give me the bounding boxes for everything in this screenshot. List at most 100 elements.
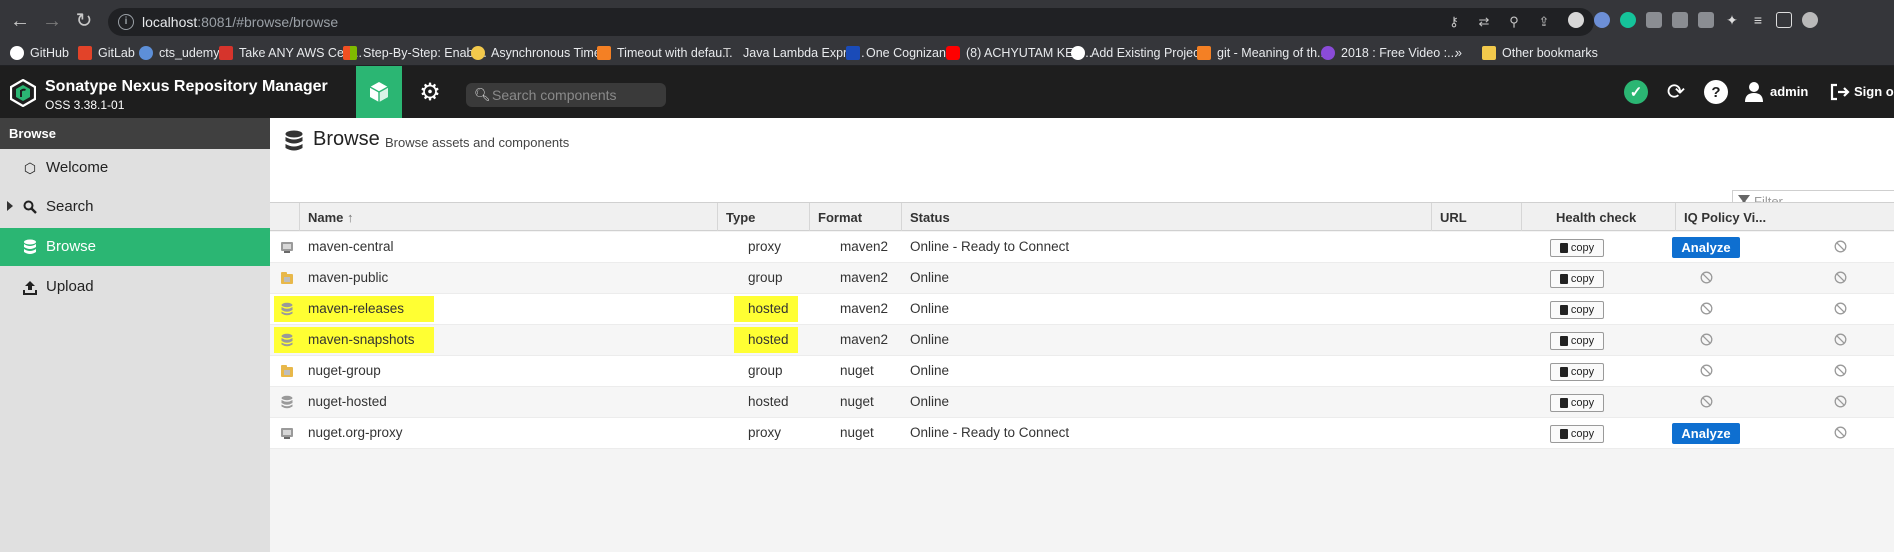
bookmark-item[interactable]: cts_udemy (139, 46, 219, 60)
extension-icon[interactable] (1568, 12, 1584, 28)
site-info-icon[interactable]: i (118, 14, 134, 30)
analyze-button[interactable]: Analyze (1672, 423, 1740, 444)
analyze-button[interactable]: Analyze (1672, 237, 1740, 258)
repo-name[interactable]: nuget-hosted (308, 387, 387, 417)
forward-arrow-icon[interactable]: → (40, 9, 64, 33)
repo-type: group (748, 270, 783, 285)
user-icon[interactable] (1742, 80, 1766, 104)
copy-url-button[interactable]: copy (1550, 425, 1604, 443)
share-icon[interactable]: ⇪ (1536, 14, 1552, 30)
repo-format: maven2 (840, 239, 889, 254)
grammarly-icon[interactable] (1620, 12, 1636, 28)
column-header-name[interactable]: Name ↑ (300, 203, 718, 231)
table-row[interactable]: nuget.org-proxy proxy nuget Online - Ready … (270, 418, 1894, 449)
profile-avatar-icon[interactable] (1802, 12, 1818, 28)
table-row[interactable]: maven-releases hosted maven2 Online copy (270, 294, 1894, 325)
sidebar-item-upload[interactable]: Upload (0, 268, 270, 306)
column-header-icon (270, 203, 300, 231)
sign-out-icon[interactable] (1828, 80, 1852, 104)
column-header-status[interactable]: Status (902, 203, 1432, 231)
zoom-icon[interactable]: ⚲ (1506, 14, 1522, 30)
side-panel-icon[interactable] (1776, 12, 1792, 28)
copy-url-button[interactable]: copy (1550, 301, 1604, 319)
column-header-format[interactable]: Format (810, 203, 902, 231)
system-health-ok-icon[interactable]: ✓ (1624, 80, 1648, 104)
column-header-health-check[interactable]: Health check (1522, 203, 1676, 231)
other-bookmarks[interactable]: Other bookmarks (1482, 46, 1598, 60)
table-row[interactable]: maven-snapshots hosted maven2 Online copy (270, 325, 1894, 356)
extension-icon[interactable] (1698, 12, 1714, 28)
bookmark-item[interactable]: Add Existing Projec... (1071, 46, 1210, 60)
bookmarks-overflow-button[interactable]: » (1455, 46, 1462, 60)
admin-settings-button[interactable]: ⚙ (410, 66, 450, 118)
repo-name[interactable]: maven-central (308, 232, 394, 262)
extension-icon[interactable] (1646, 12, 1662, 28)
bookmark-item[interactable]: Take ANY AWS Cert... (219, 46, 362, 60)
not-available-icon (1700, 333, 1713, 346)
extension-icon[interactable] (1594, 12, 1610, 28)
sidebar-item-search[interactable]: Search (0, 188, 270, 226)
not-available-icon (1834, 426, 1847, 439)
repo-name[interactable]: nuget.org-proxy (308, 418, 403, 448)
repo-type: hosted (748, 301, 789, 316)
key-icon[interactable]: ⚷ (1446, 14, 1462, 30)
table-row[interactable]: maven-public group maven2 Online copy (270, 263, 1894, 294)
back-arrow-icon[interactable]: ← (8, 9, 32, 33)
help-icon[interactable]: ? (1704, 80, 1728, 104)
column-header-url[interactable]: URL (1432, 203, 1522, 231)
bookmark-item[interactable]: git - Meaning of th... (1197, 46, 1327, 60)
repo-format: maven2 (840, 332, 889, 347)
bookmark-item[interactable]: One Cognizant (846, 46, 949, 60)
bookmark-item[interactable]: GitLab (78, 46, 135, 60)
copy-url-button[interactable]: copy (1550, 394, 1604, 412)
clipboard-icon (1559, 243, 1568, 253)
repo-name[interactable]: nuget-group (308, 356, 381, 386)
repo-type: group (748, 363, 783, 378)
search-icon (22, 199, 38, 215)
cognizant-icon (846, 46, 860, 60)
extension-icon[interactable] (1672, 12, 1688, 28)
main-panel: Browse Browse assets and components Name… (270, 118, 1894, 552)
reading-list-icon[interactable]: ≡ (1750, 12, 1766, 28)
browse-mode-button[interactable] (356, 66, 402, 118)
copy-url-button[interactable]: copy (1550, 270, 1604, 288)
user-name[interactable]: admin (1770, 84, 1808, 99)
clipboard-icon (1559, 336, 1568, 346)
address-bar[interactable]: i localhost:8081/#browse/browse ⚷ ⇄ ⚲ ⇪ … (108, 8, 1594, 36)
bookmark-item[interactable]: GitHub (10, 46, 69, 60)
bookmark-item[interactable]: Asynchronous Time... (471, 46, 611, 60)
repo-name[interactable]: maven-snapshots (308, 325, 415, 355)
refresh-icon[interactable]: ⟳ (1664, 79, 1688, 104)
sidebar-item-welcome[interactable]: ⬡ Welcome (0, 149, 270, 187)
repo-name[interactable]: maven-releases (308, 294, 404, 324)
table-row[interactable]: nuget-hosted hosted nuget Online copy (270, 387, 1894, 418)
table-row[interactable]: nuget-group group nuget Online copy (270, 356, 1894, 387)
component-search[interactable]: 🔍︎ (466, 83, 666, 107)
udemy-icon (219, 46, 233, 60)
extension-icons: ✦ ≡ (1568, 12, 1818, 28)
bookmark-item[interactable]: Timeout with defau... (597, 46, 733, 60)
copy-url-button[interactable]: copy (1550, 363, 1604, 381)
search-input[interactable] (492, 86, 660, 104)
database-icon (22, 239, 38, 255)
sign-out-link[interactable]: Sign out (1854, 84, 1894, 99)
column-header-type[interactable]: Type (718, 203, 810, 231)
table-row[interactable]: maven-central proxy maven2 Online - Ready t… (270, 232, 1894, 263)
column-header-iq-policy[interactable]: IQ Policy Vi... (1676, 203, 1894, 231)
sidebar-item-browse[interactable]: Browse (0, 228, 270, 266)
expand-caret-icon[interactable] (7, 201, 13, 211)
bookmark-item[interactable]: T Java Lambda Expre... (723, 45, 865, 61)
copy-url-button[interactable]: copy (1550, 239, 1604, 257)
cube-icon (369, 82, 389, 102)
bookmark-item[interactable]: 2018 : Free Video :... (1321, 46, 1458, 60)
address-url[interactable]: localhost:8081/#browse/browse (142, 14, 338, 30)
copy-url-button[interactable]: copy (1550, 332, 1604, 350)
reload-icon[interactable]: ↻ (72, 9, 96, 33)
translate-icon[interactable]: ⇄ (1476, 14, 1492, 30)
puzzle-icon[interactable]: ✦ (1724, 12, 1740, 28)
sonatype-logo-icon[interactable] (10, 79, 36, 107)
bookmark-item[interactable]: Step-By-Step: Enabl... (343, 46, 487, 60)
repo-name[interactable]: maven-public (308, 263, 388, 293)
hexagon-icon: ⬡ (23, 159, 37, 176)
text-t-icon: T (723, 45, 731, 60)
